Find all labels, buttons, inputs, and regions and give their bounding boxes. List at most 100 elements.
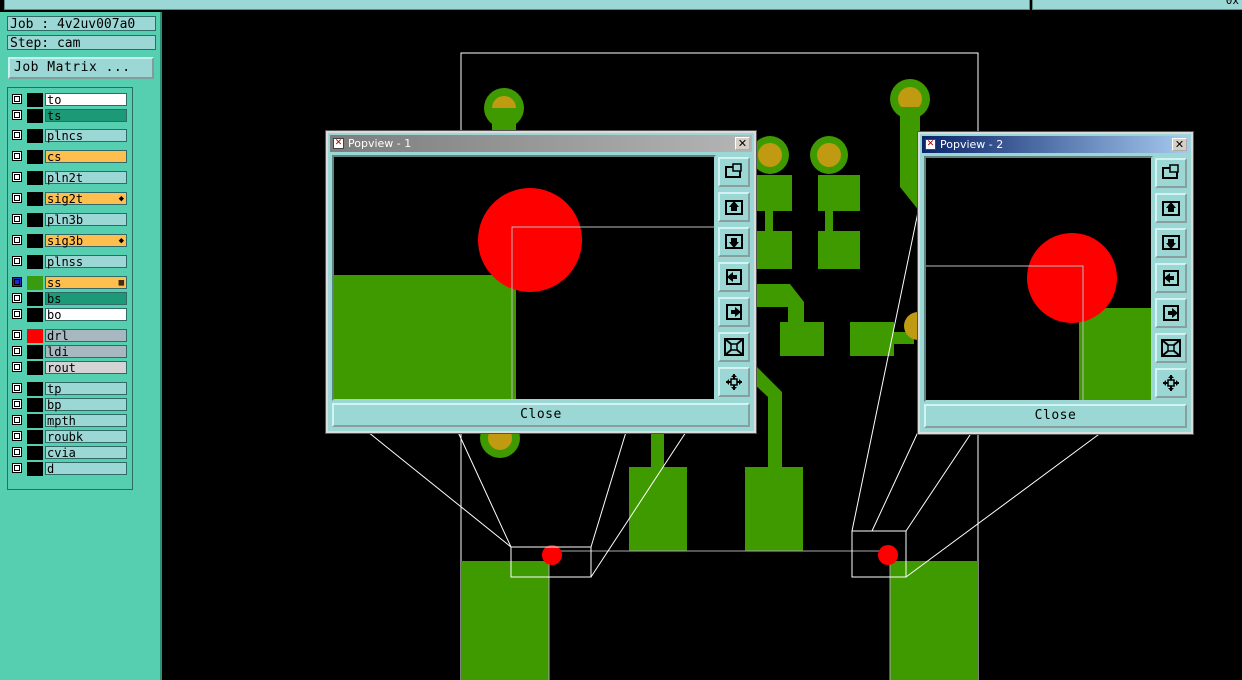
layer-checkbox[interactable]	[12, 399, 22, 409]
layer-row-sig3b[interactable]: sig3b ◆	[10, 234, 128, 248]
layer-color-swatch[interactable]	[27, 171, 43, 185]
layer-name[interactable]: ts	[45, 109, 127, 123]
layer-color-swatch[interactable]	[27, 382, 43, 396]
layer-checkbox[interactable]	[12, 94, 22, 104]
layer-name[interactable]: roubk	[45, 430, 127, 444]
layer-color-swatch[interactable]	[27, 345, 43, 359]
layer-row-pln2t[interactable]: pln2t	[10, 171, 128, 185]
layer-row-plnss[interactable]: plnss	[10, 255, 128, 269]
layer-color-swatch[interactable]	[27, 192, 43, 206]
popview-1-title-bar[interactable]: ✕ Popview - 1 ✕	[330, 135, 752, 152]
layer-color-swatch[interactable]	[27, 308, 43, 322]
layer-name[interactable]: pln2t	[45, 171, 127, 185]
layer-row-cs[interactable]: cs	[10, 150, 128, 164]
popview-1-pan-left-button[interactable]	[718, 262, 750, 292]
layer-color-swatch[interactable]	[27, 361, 43, 375]
layer-color-swatch[interactable]	[27, 276, 43, 290]
layer-checkbox[interactable]	[12, 214, 22, 224]
layer-color-swatch[interactable]	[27, 109, 43, 123]
popview-2-view[interactable]	[924, 156, 1153, 402]
layer-row-bo[interactable]: bo	[10, 308, 128, 322]
layer-checkbox[interactable]	[12, 431, 22, 441]
layer-name[interactable]: plnss	[45, 255, 127, 269]
popview-1-zoom-home-button[interactable]	[718, 157, 750, 187]
layer-checkbox[interactable]	[12, 330, 22, 340]
layer-name[interactable]: sig2t ◆	[45, 192, 127, 206]
popview-2-pan-right-button[interactable]	[1155, 298, 1187, 328]
popview-2-zoom-in-button[interactable]	[1155, 333, 1187, 363]
layer-checkbox[interactable]	[12, 309, 22, 319]
popview-2-pan-down-button[interactable]	[1155, 228, 1187, 258]
layer-checkbox[interactable]	[12, 293, 22, 303]
layer-checkbox[interactable]	[12, 447, 22, 457]
layer-checkbox[interactable]	[12, 256, 22, 266]
layer-checkbox[interactable]	[12, 362, 22, 372]
popview-1-view[interactable]	[332, 155, 716, 401]
layer-color-swatch[interactable]	[27, 398, 43, 412]
layer-checkbox[interactable]	[12, 110, 22, 120]
layer-row-plncs[interactable]: plncs	[10, 129, 128, 143]
layer-name[interactable]: drl	[45, 329, 127, 343]
layer-checkbox[interactable]	[12, 172, 22, 182]
layer-color-swatch[interactable]	[27, 414, 43, 428]
popview-1-close-button[interactable]: Close	[332, 403, 750, 427]
layer-row-to[interactable]: to	[10, 93, 128, 107]
layer-name[interactable]: cs	[45, 150, 127, 164]
layer-name[interactable]: tp	[45, 382, 127, 396]
layer-checkbox[interactable]	[12, 151, 22, 161]
popview-window-2[interactable]: ✕ Popview - 2 ✕ Close	[917, 131, 1194, 435]
layer-name[interactable]: mpth	[45, 414, 127, 428]
layer-checkbox[interactable]	[12, 130, 22, 140]
popview-1-close-icon[interactable]: ✕	[735, 137, 750, 150]
layer-row-bp[interactable]: bp	[10, 398, 128, 412]
layer-name[interactable]: ldi	[45, 345, 127, 359]
layer-row-bs[interactable]: bs	[10, 292, 128, 306]
popview-2-pan-left-button[interactable]	[1155, 263, 1187, 293]
popview-1-pan-down-button[interactable]	[718, 227, 750, 257]
layer-color-swatch[interactable]	[27, 292, 43, 306]
layer-checkbox[interactable]	[12, 193, 22, 203]
layer-color-swatch[interactable]	[27, 234, 43, 248]
command-field[interactable]	[4, 0, 1030, 10]
layer-checkbox[interactable]	[12, 383, 22, 393]
popview-2-close-button[interactable]: Close	[924, 404, 1187, 428]
layer-name[interactable]: to	[45, 93, 127, 107]
layer-row-tp[interactable]: tp	[10, 382, 128, 396]
layer-row-ss[interactable]: ss ▦	[10, 276, 128, 290]
layer-name[interactable]: bp	[45, 398, 127, 412]
layer-row-ts[interactable]: ts	[10, 109, 128, 123]
layer-checkbox[interactable]	[12, 235, 22, 245]
popview-2-title-bar[interactable]: ✕ Popview - 2 ✕	[922, 136, 1189, 153]
popview-2-zoom-out-button[interactable]	[1155, 368, 1187, 398]
layer-color-swatch[interactable]	[27, 93, 43, 107]
layer-name[interactable]: ss ▦	[45, 276, 127, 290]
popview-1-zoom-in-button[interactable]	[718, 332, 750, 362]
layer-name[interactable]: sig3b ◆	[45, 234, 127, 248]
layer-name[interactable]: pln3b	[45, 213, 127, 227]
popview-2-zoom-home-button[interactable]	[1155, 158, 1187, 188]
layer-checkbox[interactable]	[12, 346, 22, 356]
layer-row-pln3b[interactable]: pln3b	[10, 213, 128, 227]
layer-color-swatch[interactable]	[27, 462, 43, 476]
layer-row-drl[interactable]: drl	[10, 329, 128, 343]
layer-name[interactable]: cvia	[45, 446, 127, 460]
popview-1-zoom-out-button[interactable]	[718, 367, 750, 397]
popview-1-pan-up-button[interactable]	[718, 192, 750, 222]
layer-color-swatch[interactable]	[27, 255, 43, 269]
layer-color-swatch[interactable]	[27, 430, 43, 444]
layer-row-sig2t[interactable]: sig2t ◆	[10, 192, 128, 206]
layer-name[interactable]: bo	[45, 308, 127, 322]
job-matrix-button[interactable]: Job Matrix ...	[8, 57, 154, 79]
layer-color-swatch[interactable]	[27, 150, 43, 164]
layer-row-ldi[interactable]: ldi	[10, 345, 128, 359]
layer-color-swatch[interactable]	[27, 213, 43, 227]
layer-name[interactable]: plncs	[45, 129, 127, 143]
popview-2-close-icon[interactable]: ✕	[1172, 138, 1187, 151]
layer-row-roubk[interactable]: roubk	[10, 430, 128, 444]
layer-name[interactable]: bs	[45, 292, 127, 306]
layer-color-swatch[interactable]	[27, 446, 43, 460]
layer-checkbox[interactable]	[12, 463, 22, 473]
layer-color-swatch[interactable]	[27, 329, 43, 343]
layer-row-d[interactable]: d	[10, 462, 128, 476]
layer-name[interactable]: rout	[45, 361, 127, 375]
